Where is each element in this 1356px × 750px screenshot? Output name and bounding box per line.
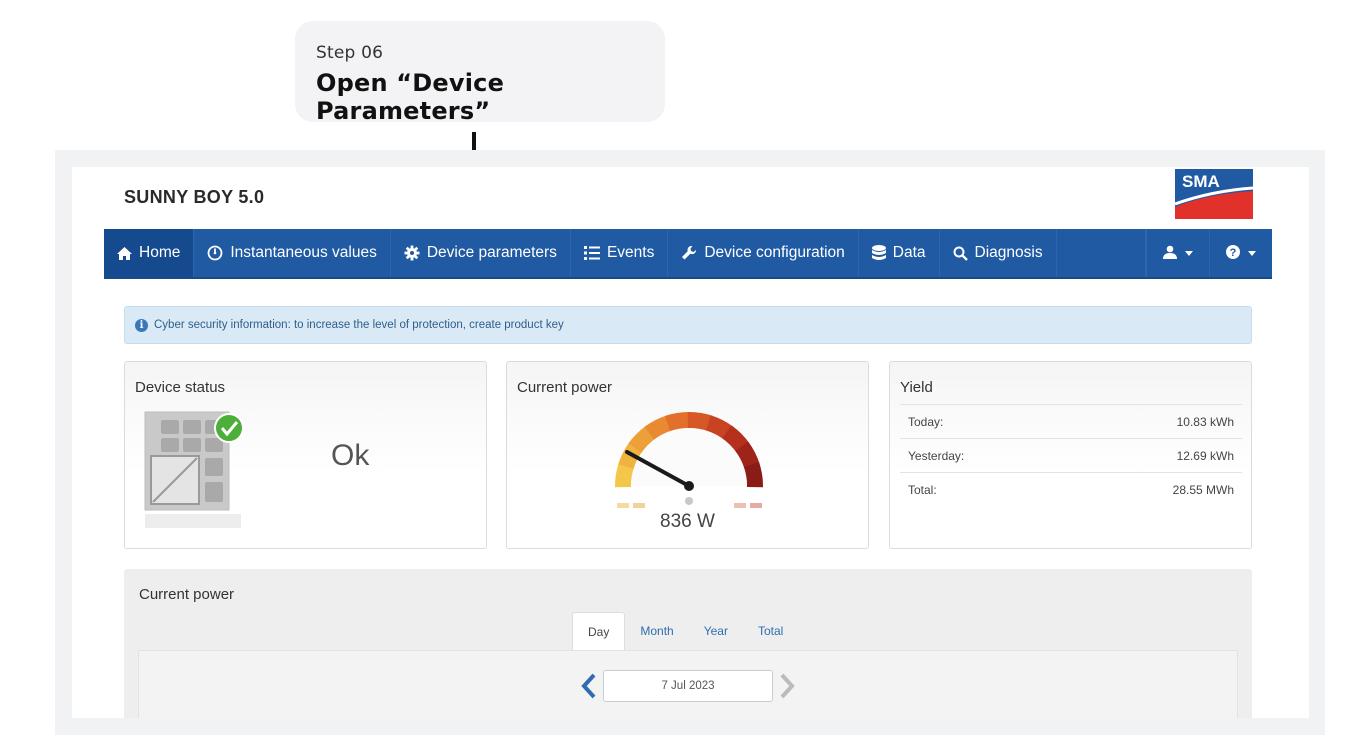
user-icon	[1163, 245, 1177, 262]
info-banner[interactable]: i Cyber security information: to increas…	[124, 306, 1252, 344]
step-number: Step 06	[316, 43, 384, 63]
yield-row: Total: 28.55 MWh	[900, 472, 1242, 506]
chart-section-title: Current power	[139, 586, 235, 603]
yield-value: 12.69 kWh	[1176, 448, 1234, 463]
gauge-reflection	[617, 503, 629, 508]
chevron-right-icon[interactable]	[777, 671, 797, 701]
yield-label: Today:	[908, 414, 944, 429]
chevron-down-icon	[1185, 250, 1193, 256]
current-power-title: Current power	[517, 379, 613, 396]
nav-device-configuration-label: Device configuration	[704, 244, 845, 261]
current-power-value: 836 W	[660, 511, 715, 532]
gauge-hub	[684, 481, 694, 491]
app-title: SUNNY BOY 5.0	[124, 187, 265, 207]
chart-area: 7 Jul 2023	[138, 650, 1238, 718]
nav-spacer	[1057, 229, 1146, 277]
tab-day[interactable]: Day	[572, 612, 626, 650]
yield-title: Yield	[900, 379, 933, 396]
chevron-left-icon[interactable]	[579, 671, 599, 701]
nav-device-parameters[interactable]: Device parameters	[391, 229, 571, 277]
user-menu[interactable]	[1146, 229, 1209, 277]
date-picker-input[interactable]: 7 Jul 2023	[603, 670, 773, 702]
nav-device-parameters-label: Device parameters	[426, 244, 557, 261]
gauge-reflection	[633, 503, 645, 508]
device-status-panel: Device status Ok	[124, 361, 487, 549]
search-icon	[953, 246, 968, 261]
app-header: SUNNY BOY 5.0 SMA	[104, 167, 1272, 229]
gauge-reflection-dot	[685, 497, 693, 505]
yield-value: 10.83 kWh	[1176, 414, 1234, 429]
database-icon	[871, 245, 886, 261]
stage: Step 06 Open “Device Parameters” SUNNY B…	[0, 0, 1356, 750]
nav-device-configuration[interactable]: Device configuration	[668, 229, 859, 277]
tab-month[interactable]: Month	[625, 612, 688, 650]
gauge-icon	[207, 245, 223, 261]
chevron-down-icon	[1248, 250, 1256, 256]
tab-total[interactable]: Total	[743, 612, 798, 650]
list-icon	[583, 246, 600, 260]
home-icon	[117, 246, 132, 260]
nav-diagnosis[interactable]: Diagnosis	[940, 229, 1057, 277]
yield-row: Yesterday: 12.69 kWh	[900, 438, 1242, 472]
yield-row: Today: 10.83 kWh	[900, 404, 1242, 438]
nav-diagnosis-label: Diagnosis	[974, 244, 1043, 261]
yield-label: Total:	[908, 482, 937, 497]
yield-panel: Yield Today: 10.83 kWh Yesterday: 12.69 …	[889, 361, 1252, 549]
main-navbar: Home Instantaneous values Device paramet…	[104, 229, 1272, 279]
help-menu[interactable]: ?	[1209, 229, 1272, 277]
tab-year[interactable]: Year	[689, 612, 743, 650]
current-power-panel: Current power 836 W	[506, 361, 869, 549]
svg-text:?: ?	[1230, 247, 1237, 259]
yield-label: Yesterday:	[908, 448, 965, 463]
yield-table: Today: 10.83 kWh Yesterday: 12.69 kWh To…	[900, 404, 1242, 506]
device-status-title: Device status	[135, 379, 226, 396]
nav-events-label: Events	[606, 244, 655, 261]
wrench-icon	[681, 245, 697, 261]
nav-events[interactable]: Events	[571, 229, 669, 277]
nav-instantaneous-label: Instantaneous values	[230, 244, 377, 261]
nav-home-label: Home	[139, 244, 181, 261]
nav-data-label: Data	[892, 244, 926, 261]
current-power-chart-section: Current power Day Month Year Total 7 Jul…	[124, 569, 1252, 718]
power-gauge	[615, 412, 763, 508]
step-title: Open “Device Parameters”	[316, 69, 505, 125]
app-page: SUNNY BOY 5.0 SMA Home Instantaneous val…	[72, 167, 1309, 718]
gauge-reflection	[734, 503, 746, 508]
device-status-value: Ok	[331, 439, 370, 472]
inverter-icon	[144, 411, 244, 528]
info-icon: i	[135, 318, 148, 332]
nav-home[interactable]: Home	[104, 229, 195, 277]
gauge-reflection	[750, 503, 762, 508]
period-tabs: Day Month Year Total	[572, 612, 798, 650]
svg-text:SMA: SMA	[1182, 172, 1220, 191]
yield-value: 28.55 MWh	[1172, 482, 1234, 497]
gear-icon	[404, 245, 420, 261]
nav-data[interactable]: Data	[859, 229, 940, 277]
step-callout: Step 06 Open “Device Parameters”	[295, 21, 665, 125]
help-icon: ?	[1226, 244, 1240, 262]
nav-instantaneous-values[interactable]: Instantaneous values	[194, 229, 391, 277]
sma-logo[interactable]: SMA	[1175, 169, 1253, 219]
info-banner-text: Cyber security information: to increase …	[154, 319, 564, 331]
